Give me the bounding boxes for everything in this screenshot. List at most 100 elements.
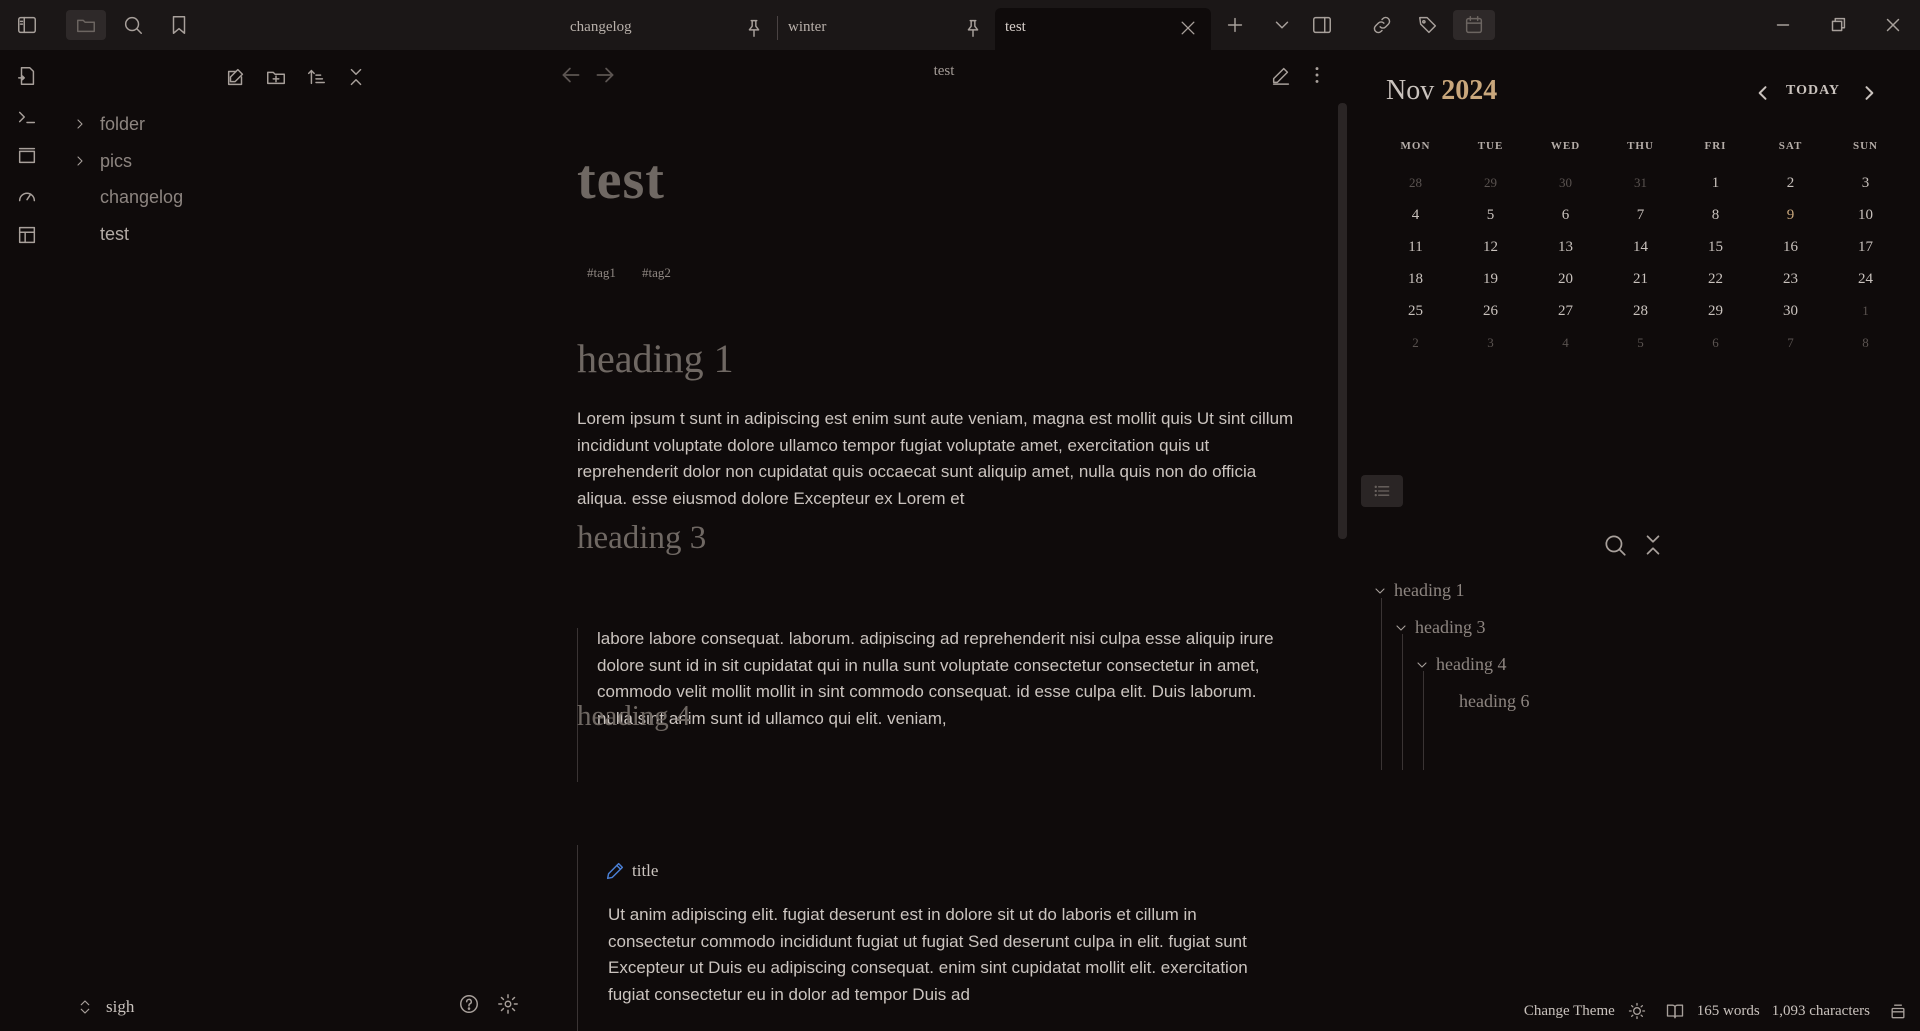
calendar-day[interactable]: 15 xyxy=(1678,239,1753,256)
calendar-day[interactable]: 5 xyxy=(1603,335,1678,351)
outline-item-heading-3[interactable]: heading 3 xyxy=(1393,617,1485,638)
tree-item-changelog[interactable]: changelog xyxy=(72,183,183,211)
calendar-day[interactable]: 8 xyxy=(1678,207,1753,224)
calendar-day[interactable]: 7 xyxy=(1753,335,1828,351)
minimize-button[interactable] xyxy=(1768,10,1798,40)
calendar-day[interactable]: 28 xyxy=(1603,303,1678,320)
new-tab-button[interactable] xyxy=(1220,10,1250,40)
collapse-icon[interactable] xyxy=(1640,532,1666,558)
outline-view-button[interactable] xyxy=(1361,475,1403,507)
pin-icon[interactable] xyxy=(743,17,765,39)
calendar-day[interactable]: 23 xyxy=(1753,271,1828,288)
calendar-day[interactable]: 10 xyxy=(1828,207,1903,224)
sun-icon[interactable] xyxy=(1627,1001,1647,1021)
calendar-day[interactable]: 26 xyxy=(1453,303,1528,320)
tab-winter[interactable]: winter xyxy=(778,8,988,50)
calendar-day[interactable]: 27 xyxy=(1528,303,1603,320)
calendar-day[interactable]: 9 xyxy=(1753,207,1828,224)
more-options-icon[interactable] xyxy=(1306,64,1328,86)
calendar-day[interactable]: 30 xyxy=(1753,303,1828,320)
pin-icon[interactable] xyxy=(962,17,984,39)
edit-mode-icon[interactable] xyxy=(1270,64,1292,86)
collapse-all-button[interactable] xyxy=(341,62,371,92)
calendar-day[interactable]: 30 xyxy=(1528,175,1603,191)
chevron-down-icon[interactable] xyxy=(1393,620,1409,636)
calendar-day[interactable]: 5 xyxy=(1453,207,1528,224)
new-folder-button[interactable] xyxy=(261,62,291,92)
chevron-left-icon[interactable] xyxy=(1753,83,1773,103)
calendar-day[interactable]: 20 xyxy=(1528,271,1603,288)
calendar-day[interactable]: 8 xyxy=(1828,335,1903,351)
toggle-sidebar-button[interactable] xyxy=(12,10,42,40)
calendar-button[interactable] xyxy=(1453,10,1495,40)
calendar-day[interactable]: 7 xyxy=(1603,207,1678,224)
calendar-day[interactable]: 18 xyxy=(1378,271,1453,288)
dashboard-button[interactable] xyxy=(12,181,42,211)
calendar-day[interactable]: 14 xyxy=(1603,239,1678,256)
close-icon[interactable] xyxy=(1178,18,1198,38)
bookmarks-button[interactable] xyxy=(164,10,194,40)
calendar-day[interactable]: 11 xyxy=(1378,239,1453,256)
tab-changelog[interactable]: changelog xyxy=(560,8,770,50)
calendar-day[interactable]: 17 xyxy=(1828,239,1903,256)
calendar-day[interactable]: 4 xyxy=(1528,335,1603,351)
calendar-day[interactable]: 13 xyxy=(1528,239,1603,256)
tab-list-button[interactable] xyxy=(1267,10,1297,40)
tags-button[interactable] xyxy=(1413,10,1443,40)
tab-test[interactable]: test xyxy=(995,8,1211,50)
sync-status-icon[interactable] xyxy=(1888,1001,1908,1021)
restore-button[interactable] xyxy=(1823,10,1853,40)
files-tab-button[interactable] xyxy=(66,10,106,40)
chevron-right-icon[interactable] xyxy=(1859,83,1879,103)
calendar-day[interactable]: 2 xyxy=(1378,335,1453,351)
calendar-day[interactable]: 3 xyxy=(1828,175,1903,192)
canvas-button[interactable] xyxy=(12,141,42,171)
chevron-down-icon[interactable] xyxy=(1372,583,1388,599)
new-note-button[interactable] xyxy=(221,62,251,92)
view-header-title[interactable]: test xyxy=(534,63,1354,80)
note-title[interactable]: test xyxy=(577,148,665,212)
close-window-button[interactable] xyxy=(1878,10,1908,40)
calendar-day[interactable]: 29 xyxy=(1453,175,1528,191)
sort-button[interactable] xyxy=(301,62,331,92)
chevron-down-icon[interactable] xyxy=(1414,657,1430,673)
calendar-day[interactable]: 31 xyxy=(1603,175,1678,191)
calendar-day[interactable]: 12 xyxy=(1453,239,1528,256)
calendar-day[interactable]: 1 xyxy=(1828,303,1903,319)
calendar-day[interactable]: 4 xyxy=(1378,207,1453,224)
calendar-day[interactable]: 24 xyxy=(1828,271,1903,288)
tag[interactable]: #tag2 xyxy=(642,265,671,281)
calendar-day[interactable]: 6 xyxy=(1528,207,1603,224)
calendar-day[interactable]: 22 xyxy=(1678,271,1753,288)
tree-item-test[interactable]: test xyxy=(72,220,129,248)
search-button[interactable] xyxy=(118,10,148,40)
outline-item-heading-4[interactable]: heading 4 xyxy=(1414,654,1506,675)
calendar-day[interactable]: 21 xyxy=(1603,271,1678,288)
tag[interactable]: #tag1 xyxy=(587,265,616,281)
backlinks-button[interactable] xyxy=(1367,10,1397,40)
calendar-day[interactable]: 29 xyxy=(1678,303,1753,320)
settings-button[interactable] xyxy=(493,989,523,1019)
calendar-day[interactable]: 3 xyxy=(1453,335,1528,351)
calendar-day[interactable]: 1 xyxy=(1678,175,1753,192)
tree-item-folder[interactable]: folder xyxy=(72,110,145,138)
calendar-day[interactable]: 6 xyxy=(1678,335,1753,351)
calendar-day[interactable]: 28 xyxy=(1378,175,1453,191)
calendar-day[interactable]: 16 xyxy=(1753,239,1828,256)
editor-scrollbar[interactable] xyxy=(1338,103,1347,539)
calendar-day[interactable]: 19 xyxy=(1453,271,1528,288)
book-icon[interactable] xyxy=(1665,1001,1685,1021)
change-theme-label[interactable]: Change Theme xyxy=(1524,1003,1615,1020)
search-icon[interactable] xyxy=(1602,532,1628,558)
vault-switcher[interactable]: sigh xyxy=(76,997,134,1017)
today-button[interactable]: TODAY xyxy=(1786,83,1840,99)
callout-title[interactable]: title xyxy=(604,860,658,882)
terminal-button[interactable] xyxy=(12,102,42,132)
help-button[interactable] xyxy=(454,989,484,1019)
calendar-day[interactable]: 25 xyxy=(1378,303,1453,320)
outline-item-heading-6[interactable]: heading 6 xyxy=(1459,691,1529,712)
table-view-button[interactable] xyxy=(12,220,42,250)
calendar-day[interactable]: 2 xyxy=(1753,175,1828,192)
tree-item-pics[interactable]: pics xyxy=(72,147,132,175)
toggle-right-sidebar-button[interactable] xyxy=(1307,10,1337,40)
